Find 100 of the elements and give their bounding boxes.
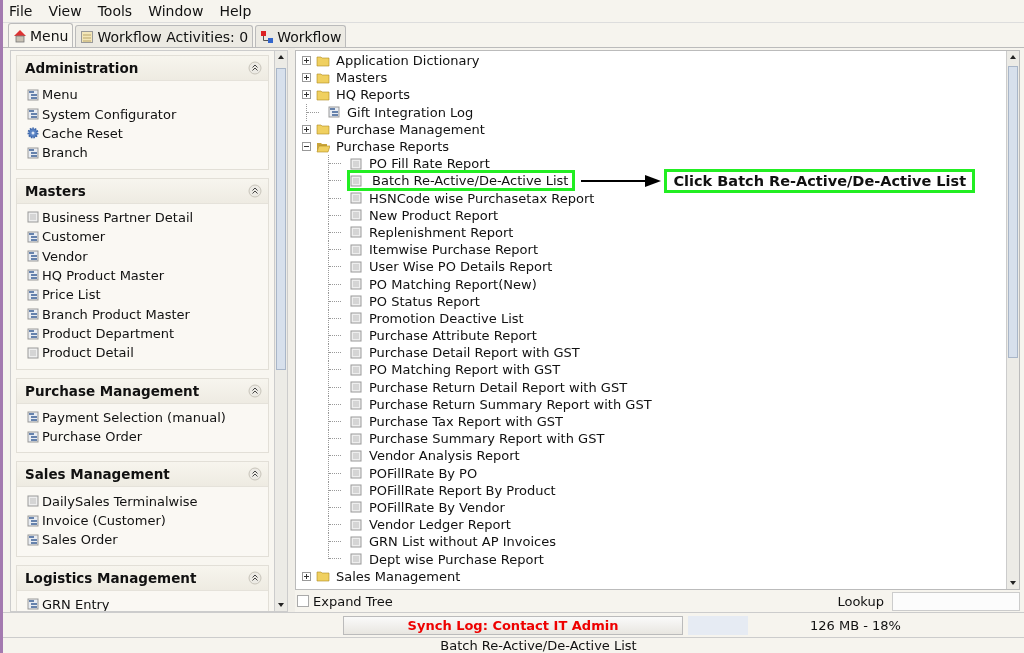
- window-icon: [27, 146, 39, 159]
- menu-item[interactable]: Tools: [97, 3, 133, 19]
- tree-item[interactable]: Masters: [334, 70, 390, 86]
- status-message: Batch Re-Active/De-Active List: [440, 638, 637, 653]
- tree-item[interactable]: New Product Report: [367, 207, 501, 223]
- report-icon: [349, 312, 363, 325]
- tree-item[interactable]: PO Fill Rate Report: [367, 156, 492, 172]
- menu-item[interactable]: Purchase Order: [27, 427, 268, 447]
- expander-icon[interactable]: [302, 56, 311, 66]
- window-icon: [27, 430, 39, 443]
- report-icon: [349, 449, 363, 462]
- tree-item[interactable]: Purchase Management: [334, 121, 487, 137]
- menu-item[interactable]: GRN Entry: [27, 594, 268, 611]
- menu-item[interactable]: Window: [148, 3, 204, 19]
- tree-item[interactable]: Dept wise Purchase Report: [367, 551, 546, 567]
- tab[interactable]: Workflow Activities: 0: [75, 25, 254, 47]
- collapse-icon[interactable]: [248, 383, 262, 398]
- memory-status: 126 MB - 18%: [810, 617, 901, 633]
- menu-item[interactable]: Product Detail: [27, 343, 268, 363]
- window-icon: [27, 411, 39, 424]
- tree-item[interactable]: Purchase Return Detail Report with GST: [367, 379, 630, 395]
- menu-item[interactable]: Help: [219, 3, 252, 19]
- window-icon: [27, 598, 39, 611]
- tree-item[interactable]: HQ Reports: [334, 87, 412, 103]
- tree-item[interactable]: Gift Integration Log: [345, 104, 476, 120]
- report-icon: [349, 346, 363, 359]
- tree-item[interactable]: PO Status Report: [367, 293, 482, 309]
- tree-item[interactable]: Sales Management: [334, 568, 463, 584]
- menu-item[interactable]: System Configurator: [27, 104, 268, 124]
- expander-icon[interactable]: [302, 90, 311, 100]
- menu-item[interactable]: HQ Product Master: [27, 265, 268, 286]
- tree-item[interactable]: Batch Re-Active/De-Active List: [347, 170, 576, 192]
- menu-item[interactable]: Business Partner Detail: [27, 207, 268, 227]
- section-title: Purchase Management: [25, 382, 200, 399]
- collapse-icon[interactable]: [248, 467, 262, 482]
- menu-item[interactable]: Product Department: [27, 323, 268, 344]
- window-icon: [27, 250, 39, 263]
- lookup-field[interactable]: [892, 591, 1020, 611]
- tree-item[interactable]: POFillRate By Vendor: [367, 499, 507, 515]
- tree-item[interactable]: PO Matching Report(New): [367, 276, 539, 292]
- menu-item[interactable]: File: [9, 3, 33, 19]
- collapse-icon[interactable]: [248, 570, 262, 585]
- folder-icon: [316, 123, 330, 136]
- report-icon: [349, 535, 363, 548]
- tree-item[interactable]: Vendor Ledger Report: [367, 517, 513, 533]
- tree-item[interactable]: User Wise PO Details Report: [367, 259, 555, 275]
- folder-icon: [316, 54, 330, 67]
- tree-item[interactable]: Application Dictionary: [334, 53, 482, 69]
- scrollbar[interactable]: [1006, 51, 1019, 589]
- window-icon: [27, 288, 39, 301]
- menu-item[interactable]: Sales Order: [27, 530, 268, 550]
- menu-item[interactable]: DailySales Terminalwise: [27, 491, 268, 511]
- menu-item[interactable]: Menu: [27, 85, 268, 105]
- menu-item[interactable]: Price List: [27, 285, 268, 305]
- tree-item[interactable]: PO Matching Report with GST: [367, 362, 563, 378]
- tree-item[interactable]: HSNCode wise Purchasetax Report: [367, 190, 597, 206]
- window-icon: [27, 269, 39, 282]
- report-icon: [349, 157, 363, 170]
- sync-log-button[interactable]: Synch Log: Contact IT Admin: [343, 615, 683, 635]
- menu-item[interactable]: Branch: [27, 143, 268, 163]
- expander-icon[interactable]: [302, 571, 311, 581]
- tree-item[interactable]: Purchase Detail Report with GST: [367, 345, 582, 361]
- tree-item[interactable]: Purchase Tax Report with GST: [367, 414, 565, 430]
- tab[interactable]: Workflow: [255, 25, 347, 47]
- tree-item[interactable]: Purchase Return Summary Report with GST: [367, 396, 654, 412]
- checkbox[interactable]: [297, 595, 309, 607]
- expander-icon[interactable]: [302, 124, 311, 134]
- window-icon: [327, 106, 341, 119]
- collapse-icon[interactable]: [248, 61, 262, 75]
- tree-item[interactable]: Promotion Deactive List: [367, 310, 526, 326]
- report-icon: [349, 174, 363, 187]
- window-icon: [27, 514, 39, 527]
- collapse-icon[interactable]: [248, 183, 262, 198]
- expander-icon[interactable]: [302, 142, 311, 152]
- tree-item[interactable]: POFillRate Report By Product: [367, 482, 558, 498]
- tree-item[interactable]: Itemwise Purchase Report: [367, 242, 540, 258]
- menu-item[interactable]: Customer: [27, 226, 268, 247]
- tree-item[interactable]: POFillRate By PO: [367, 465, 480, 481]
- tab[interactable]: Menu: [8, 23, 74, 47]
- window-icon: [27, 230, 39, 243]
- tree-item[interactable]: Purchase Reports: [334, 139, 452, 155]
- scrollbar[interactable]: [274, 51, 287, 611]
- window-icon: [27, 533, 39, 546]
- menu-item[interactable]: Branch Product Master: [27, 304, 268, 324]
- tree-item[interactable]: Purchase Summary Report with GST: [367, 431, 607, 447]
- tree-item[interactable]: GRN List without AP Invoices: [367, 534, 558, 550]
- tree-item[interactable]: Replenishment Report: [367, 224, 516, 240]
- menu-item[interactable]: Vendor: [27, 246, 268, 266]
- expander-icon[interactable]: [302, 73, 311, 83]
- report-icon: [349, 278, 363, 291]
- tree-item[interactable]: Purchase Attribute Report: [367, 328, 539, 344]
- menu-item[interactable]: Cache Reset: [27, 123, 268, 144]
- menu-item[interactable]: Invoice (Customer): [27, 510, 268, 531]
- menu-item[interactable]: View: [48, 3, 82, 19]
- checkbox-label[interactable]: Expand Tree: [313, 593, 393, 609]
- report-icon: [349, 192, 363, 205]
- report-icon: [349, 432, 363, 445]
- report-icon: [349, 398, 363, 411]
- menu-item[interactable]: Payment Selection (manual): [27, 407, 268, 428]
- tree-item[interactable]: Vendor Analysis Report: [367, 448, 522, 464]
